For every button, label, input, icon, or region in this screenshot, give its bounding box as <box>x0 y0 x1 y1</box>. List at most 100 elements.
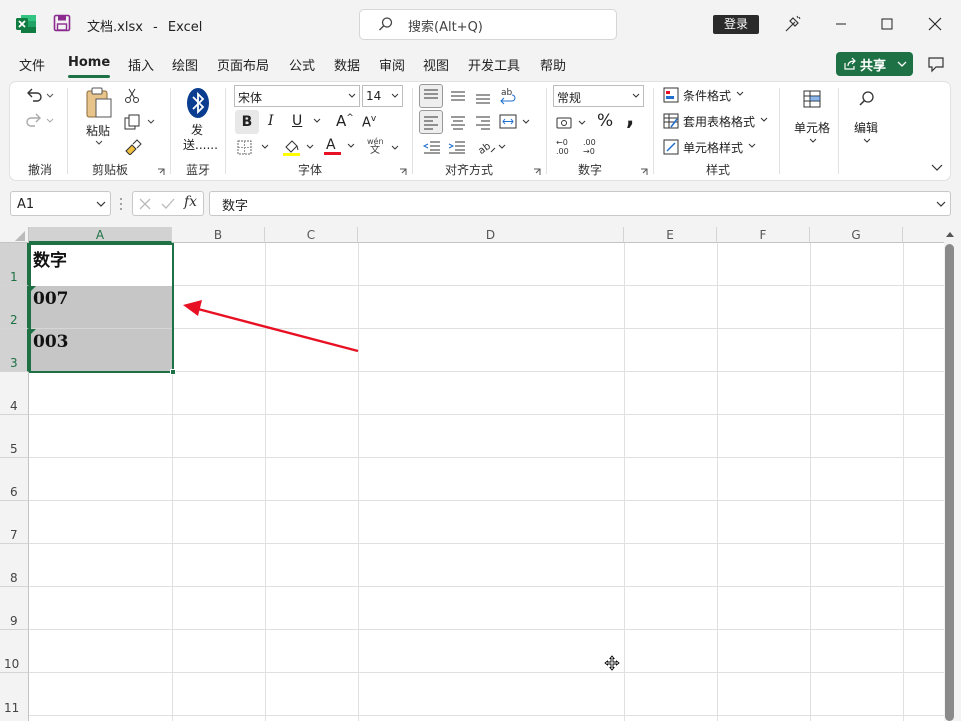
borders-icon[interactable] <box>237 139 271 155</box>
redo-icon[interactable] <box>25 112 55 128</box>
fill-handle[interactable] <box>170 369 176 375</box>
row-header-11[interactable]: 11 <box>0 673 29 721</box>
row-header-3[interactable]: 3 <box>0 329 29 372</box>
menu-home[interactable]: Home <box>68 55 110 70</box>
comma-style-button[interactable]: , <box>626 106 634 131</box>
insert-function-button[interactable]: fx <box>184 194 197 210</box>
row-header-8[interactable]: 8 <box>0 544 29 587</box>
alignment-launcher-icon[interactable] <box>533 168 541 176</box>
row-header-7[interactable]: 7 <box>0 501 29 544</box>
row-header-5[interactable]: 5 <box>0 415 29 458</box>
font-size-select[interactable]: 14 <box>362 85 403 107</box>
expand-formula-bar-icon[interactable] <box>936 201 946 208</box>
bluetooth-icon[interactable] <box>186 87 210 119</box>
menu-page-layout[interactable]: 页面布局 <box>217 55 269 74</box>
align-left-button[interactable] <box>419 110 443 134</box>
copilot-designer-icon[interactable] <box>783 15 801 33</box>
format-painter-icon[interactable] <box>124 139 142 155</box>
percent-style-button[interactable]: % <box>597 111 613 131</box>
menu-file[interactable]: 文件 <box>19 55 45 74</box>
copy-icon[interactable] <box>124 114 158 130</box>
menu-formulas[interactable]: 公式 <box>289 55 315 74</box>
cells-label[interactable]: 单元格 <box>794 119 830 136</box>
column-header-f[interactable]: F <box>717 227 810 243</box>
find-icon[interactable] <box>858 90 876 108</box>
merge-center-icon[interactable] <box>499 112 533 132</box>
orientation-icon[interactable]: ab <box>477 138 509 156</box>
paste-label[interactable]: 粘贴 <box>86 122 110 139</box>
number-launcher-icon[interactable] <box>640 168 648 176</box>
cut-icon[interactable] <box>124 88 140 104</box>
font-name-select[interactable]: 宋体 <box>234 85 360 107</box>
menu-draw[interactable]: 绘图 <box>172 55 198 74</box>
row-header-9[interactable]: 9 <box>0 587 29 630</box>
font-launcher-icon[interactable] <box>399 168 407 176</box>
align-top-button[interactable] <box>419 84 443 108</box>
formula-input[interactable]: 数字 <box>209 191 951 216</box>
close-icon[interactable] <box>928 17 942 31</box>
save-icon[interactable] <box>53 14 71 32</box>
column-header-e[interactable]: E <box>624 227 717 243</box>
accounting-format-icon[interactable] <box>556 114 590 132</box>
select-all-corner[interactable] <box>0 227 29 243</box>
bold-button[interactable]: B <box>235 110 259 134</box>
column-header-d[interactable]: D <box>358 227 624 243</box>
menu-view[interactable]: 视图 <box>423 55 449 74</box>
italic-button[interactable]: I <box>268 113 274 129</box>
menu-help[interactable]: 帮助 <box>540 55 566 74</box>
increase-indent-icon[interactable] <box>447 139 467 155</box>
enter-icon[interactable] <box>160 197 176 211</box>
paste-icon[interactable] <box>84 87 114 119</box>
grow-font-button[interactable]: A^ <box>336 112 354 130</box>
maximize-icon[interactable] <box>881 18 893 30</box>
cells-chevron-icon[interactable] <box>809 138 817 144</box>
ribbon-collapse-icon[interactable] <box>931 164 943 172</box>
underline-button[interactable]: U <box>292 113 302 129</box>
wrap-text-icon[interactable]: ab <box>499 86 519 106</box>
number-format-select[interactable]: 常规 <box>553 85 644 107</box>
align-center-button[interactable] <box>447 111 469 133</box>
font-color-icon[interactable]: A <box>323 136 357 156</box>
row-header-6[interactable]: 6 <box>0 458 29 501</box>
row-header-10[interactable]: 10 <box>0 630 29 673</box>
scroll-up-icon[interactable] <box>945 230 955 238</box>
phonetic-chevron-icon[interactable] <box>391 145 399 151</box>
scrollbar-thumb[interactable] <box>945 244 954 721</box>
shrink-font-button[interactable]: Av <box>362 114 376 130</box>
minimize-icon[interactable] <box>835 22 847 26</box>
increase-decimal-button[interactable]: ←0 .00 <box>556 138 569 156</box>
editing-label[interactable]: 编辑 <box>854 119 878 136</box>
undo-icon[interactable] <box>25 87 55 103</box>
clipboard-launcher-icon[interactable] <box>157 168 165 176</box>
editing-chevron-icon[interactable] <box>863 138 871 144</box>
paste-chevron-icon[interactable] <box>95 140 103 146</box>
align-right-button[interactable] <box>472 111 494 133</box>
row-header-2[interactable]: 2 <box>0 286 29 329</box>
fill-color-icon[interactable] <box>282 137 316 157</box>
send-label-2[interactable]: 送...... <box>183 136 218 153</box>
column-header-partial[interactable] <box>903 227 944 243</box>
column-header-b[interactable]: B <box>172 227 265 243</box>
align-middle-button[interactable] <box>447 85 469 107</box>
menu-review[interactable]: 审阅 <box>379 55 405 74</box>
share-button[interactable]: 共享 <box>836 52 913 76</box>
decrease-decimal-button[interactable]: .00 →0 <box>583 138 596 156</box>
phonetic-guide-button[interactable]: wén 文 <box>367 137 384 156</box>
cancel-icon[interactable] <box>138 197 152 211</box>
column-header-c[interactable]: C <box>265 227 358 243</box>
decrease-indent-icon[interactable] <box>422 139 442 155</box>
comments-icon[interactable] <box>927 55 945 73</box>
formula-bar-grip-icon[interactable] <box>119 196 123 212</box>
row-header-1[interactable]: 1 <box>0 243 29 286</box>
menu-developer[interactable]: 开发工具 <box>468 55 520 74</box>
menu-data[interactable]: 数据 <box>334 55 360 74</box>
login-button[interactable]: 登录 <box>713 15 759 34</box>
align-bottom-button[interactable] <box>472 85 494 107</box>
underline-chevron-icon[interactable] <box>313 118 321 124</box>
row-header-4[interactable]: 4 <box>0 372 29 415</box>
name-box[interactable]: A1 <box>10 191 111 216</box>
column-header-g[interactable]: G <box>810 227 903 243</box>
column-header-a[interactable]: A <box>29 227 172 243</box>
search-input[interactable]: 搜索(Alt+Q) <box>359 9 617 40</box>
menu-insert[interactable]: 插入 <box>128 55 154 74</box>
